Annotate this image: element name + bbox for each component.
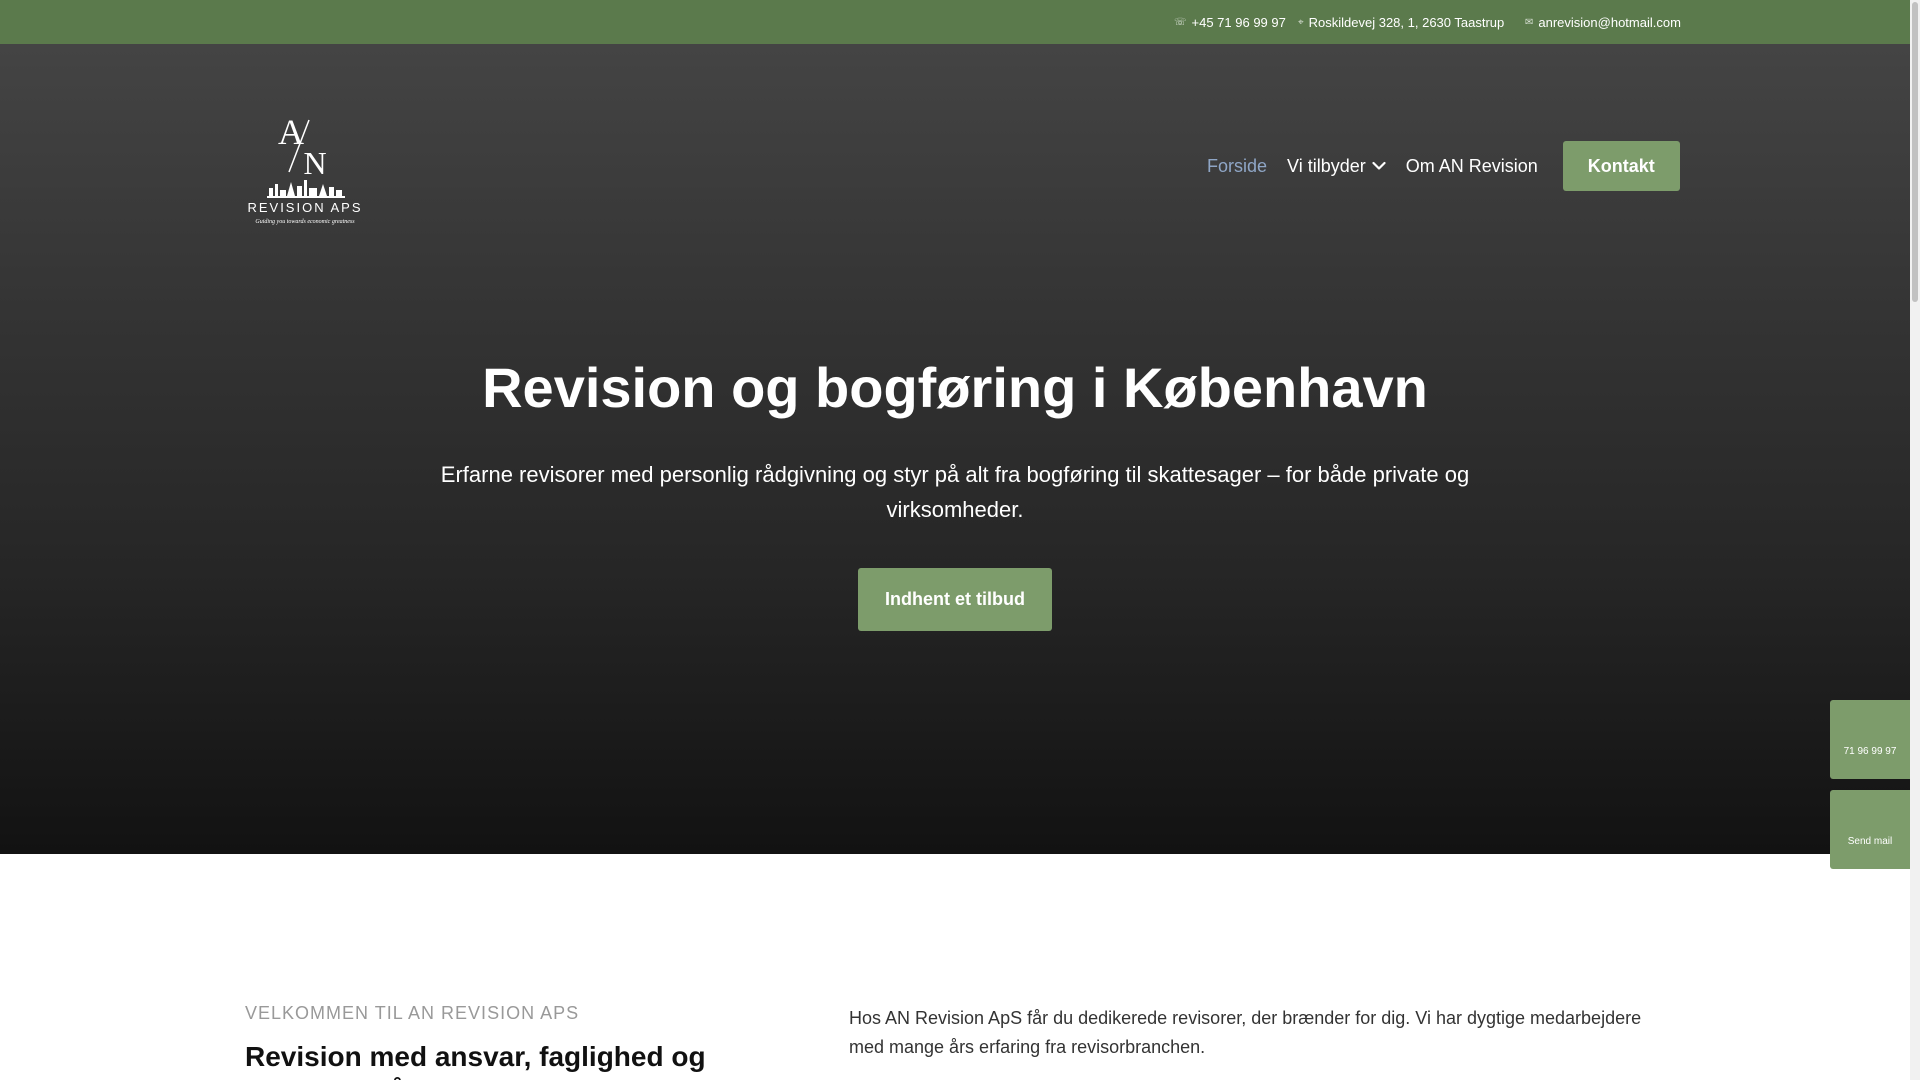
nav-item-label: Om AN Revision [1405,155,1538,176]
chevron-down-icon [1372,161,1386,170]
nav-item-forside[interactable]: Forside [1207,156,1267,177]
nav-item-om-an-revision[interactable]: Om AN Revision [1406,156,1538,177]
topbar-address-text[interactable]: Roskildevej 328, 1, 2630 Taastrup [1309,15,1505,30]
site-logo[interactable]: A N REVISION APS Guiding you towards eco… [229,108,381,226]
side-call-widget[interactable]: 71 96 99 97 [1830,700,1910,779]
logo-tagline: Guiding you towards economic greatness [255,219,355,225]
topbar-phone-text[interactable]: +45 71 96 99 97 [1192,15,1286,30]
hero-title: Revision og bogføring i København [482,356,1428,419]
top-contact-bar: ☏ +45 71 96 99 97 ⌖ Roskildevej 328, 1, … [0,0,1910,44]
topbar-address[interactable]: ⌖ Roskildevej 328, 1, 2630 Taastrup [1298,0,1504,44]
nav-item-vi-tilbyder[interactable]: Vi tilbyder [1287,156,1386,177]
side-mail-text: Send mail [1847,836,1893,847]
page: ☏ +45 71 96 99 97 ⌖ Roskildevej 328, 1, … [0,0,1920,1080]
get-quote-button[interactable]: Indhent et tilbud [858,568,1052,631]
welcome-title: Revision med ansvar, faglighed og person… [245,1041,706,1080]
scrollbar-thumb[interactable] [1912,2,1918,302]
welcome-eyebrow: VELKOMMEN TIL AN REVISION APS [245,1003,580,1023]
side-mail-widget[interactable]: Send mail [1830,790,1910,869]
topbar-email[interactable]: ✉ anrevision@hotmail.com [1525,0,1681,44]
hero-subtitle: Erfarne revisorer med personlig rådgivni… [440,462,1470,522]
nav-item-label: Forside [1207,155,1268,176]
map-pin-icon: ⌖ [1298,16,1304,28]
side-call-text: 71 96 99 97 [1843,746,1897,757]
welcome-intro: Hos AN Revision ApS får du dedikerede re… [849,1008,1642,1057]
phone-icon: ☏ [1174,16,1187,28]
logo-graphic: A N REVISION APS Guiding you towards eco… [247,112,362,225]
envelope-icon: ✉ [1525,16,1534,28]
hero-section: A N REVISION APS Guiding you towards eco… [0,44,1910,854]
kontakt-button[interactable]: Kontakt [1562,141,1680,191]
topbar-phone[interactable]: ☏ +45 71 96 99 97 [1174,0,1286,44]
page-scrollbar[interactable] [1910,0,1920,1080]
logo-initial-n: N [303,145,326,181]
skyline-icon [267,180,345,198]
topbar-email-text[interactable]: anrevision@hotmail.com [1538,15,1681,30]
nav-item-label: Vi tilbyder [1287,155,1366,176]
main-nav: Forside Vi tilbyder Om AN Revision Konta… [1207,141,1680,191]
logo-initial-a: A [278,112,304,152]
logo-name: REVISION APS [247,200,362,215]
